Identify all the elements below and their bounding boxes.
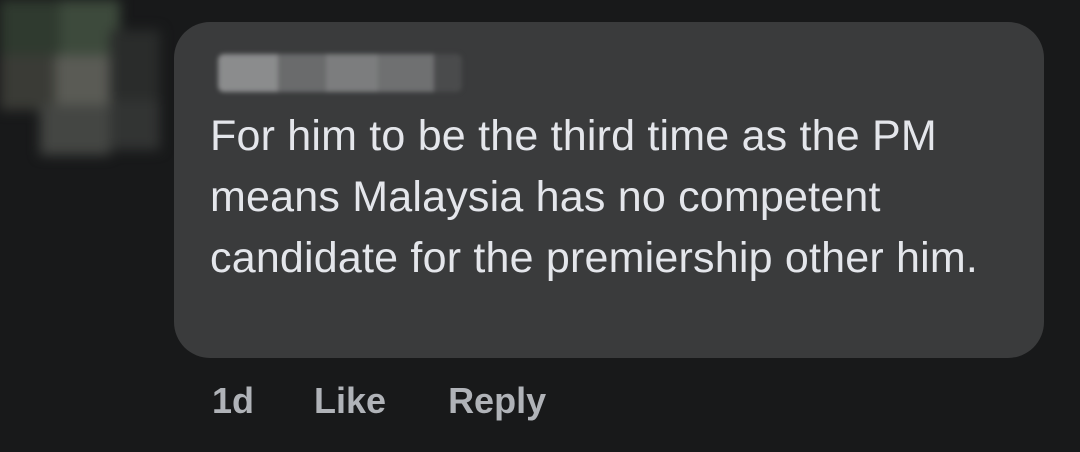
comment-text: For him to be the third time as the PM m… bbox=[210, 112, 979, 282]
avatar[interactable] bbox=[0, 0, 168, 160]
comment-timestamp[interactable]: 1d bbox=[212, 380, 254, 422]
comment-screen: For him to be the third time as the PM m… bbox=[0, 0, 1080, 452]
comment-bubble: For him to be the third time as the PM m… bbox=[174, 22, 1044, 358]
redacted-author-name[interactable] bbox=[218, 54, 462, 92]
like-button[interactable]: Like bbox=[314, 380, 386, 422]
comment-actions: 1d Like Reply bbox=[212, 380, 546, 422]
reply-button[interactable]: Reply bbox=[448, 380, 546, 422]
